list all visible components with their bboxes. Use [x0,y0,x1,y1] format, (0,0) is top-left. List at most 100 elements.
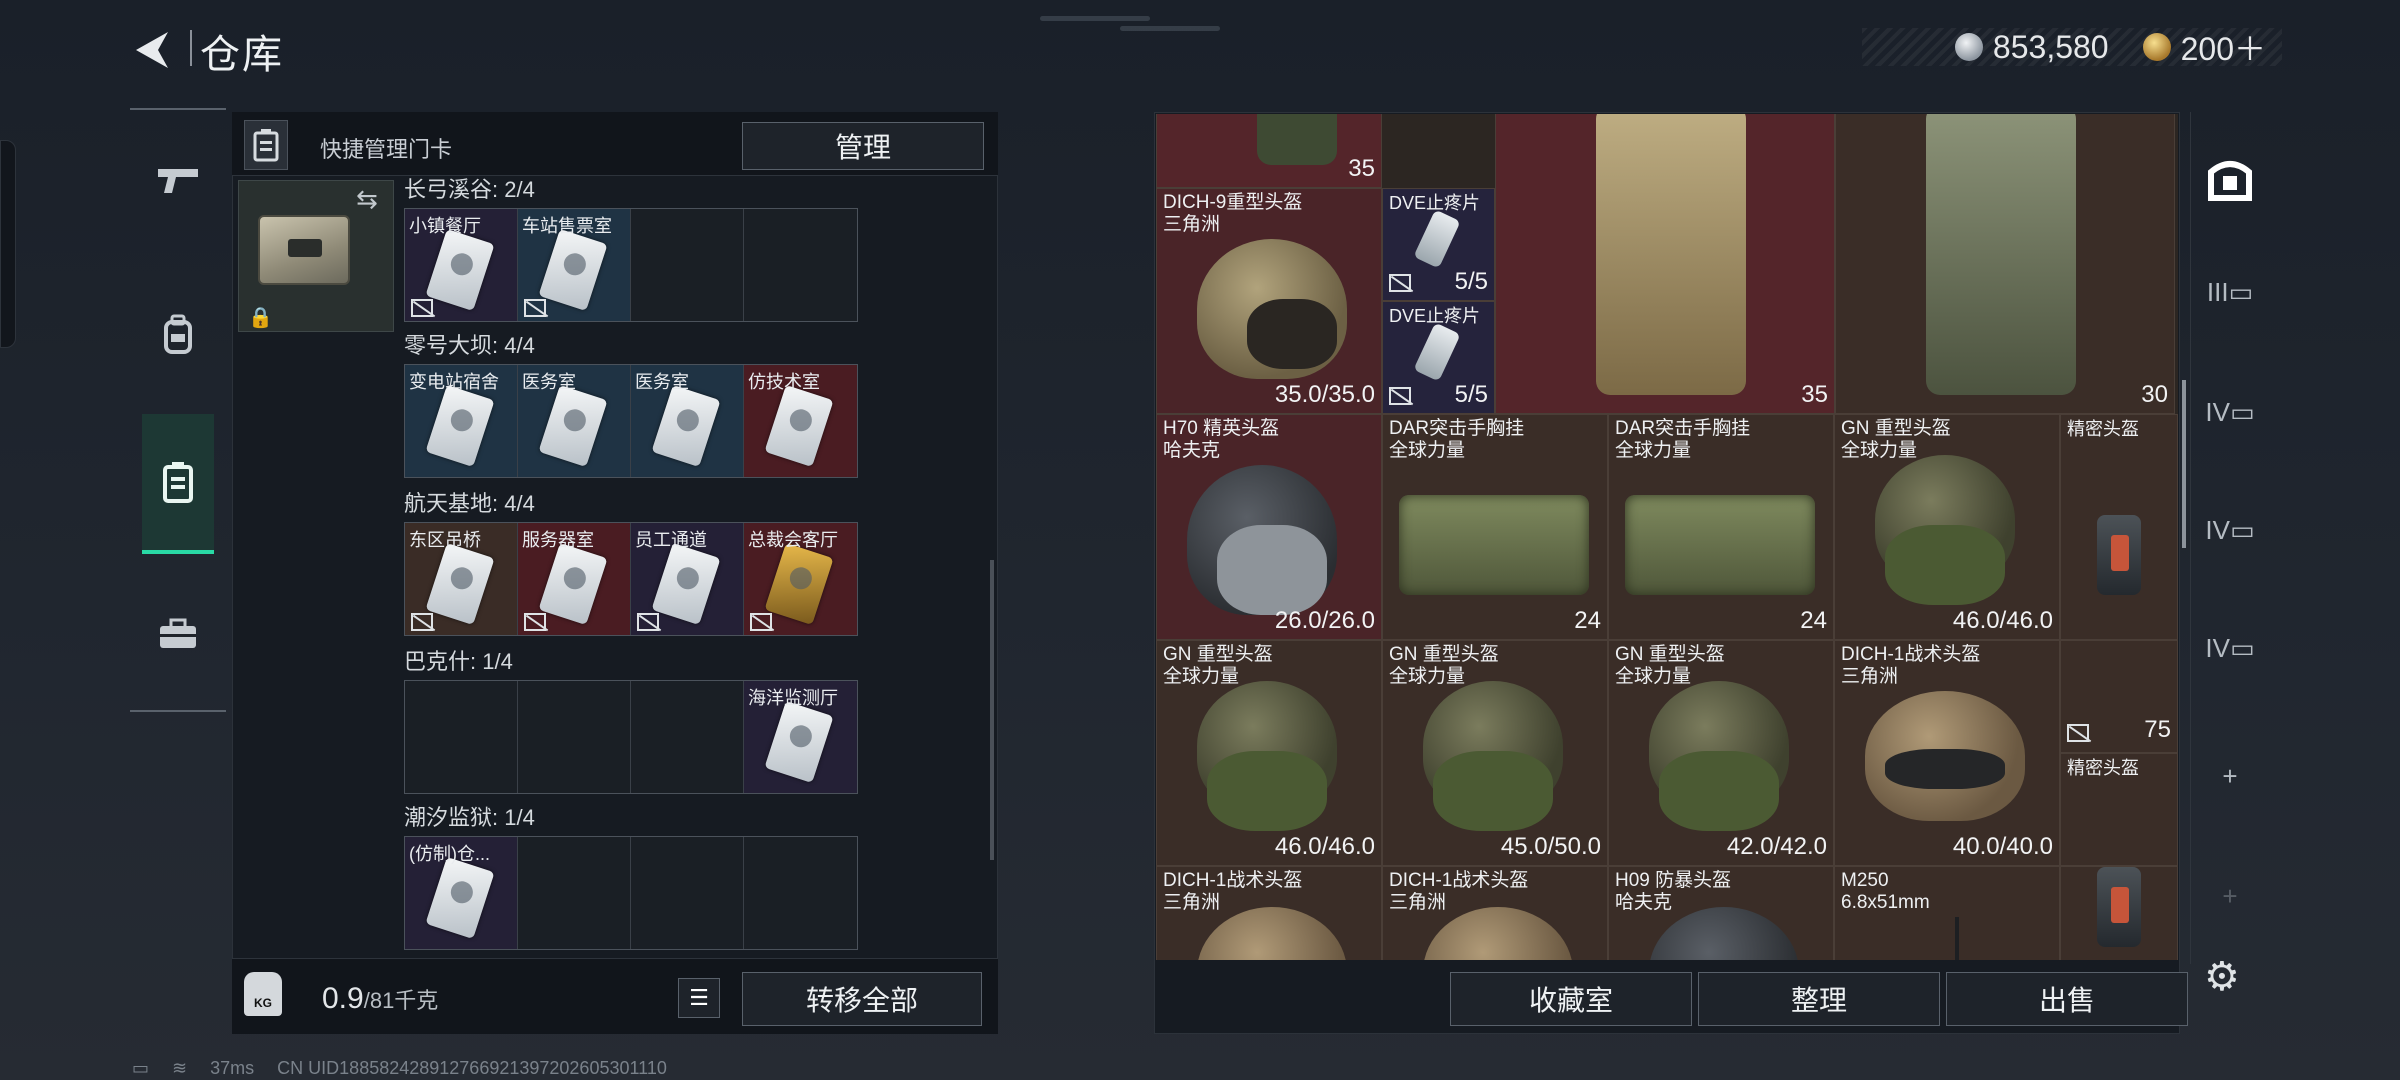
keycard-group-grid: 小镇餐厅 车站售票室 [404,208,858,322]
stash-item[interactable]: GN 重型头盔 全球力量 45.0/50.0 [1382,640,1608,866]
backpack-icon [164,314,192,354]
stash-item[interactable]: H70 精英头盔 哈夫克 26.0/26.0 [1156,414,1382,640]
item-name: GN 重型头盔 全球力量 [1389,644,1499,687]
keycard-slot[interactable]: 变电站宿舍 [405,365,518,477]
keycard-slot[interactable]: (仿制)仓... [405,837,518,949]
stash-item[interactable]: GN 重型头盔 全球力量 46.0/46.0 [1156,640,1382,866]
item-value: 24 [1800,607,1827,634]
silver-coin-icon [1954,33,1983,61]
keycard-slot[interactable]: 服务器室 [518,523,631,635]
gold-coin-icon [2142,33,2171,61]
empty-keycard-slot[interactable] [744,209,857,321]
empty-keycard-slot[interactable] [631,681,744,793]
stash-item[interactable]: DICH-1战术头盔 三角洲 40.0/40.0 [1834,640,2060,866]
stash-item[interactable]: 精密头盔 [2060,414,2178,640]
empty-keycard-slot[interactable] [631,837,744,949]
container-tab-3[interactable]: III▭ [2200,262,2260,322]
keycard-slot[interactable]: 小镇餐厅 [405,209,518,321]
empty-keycard-slot[interactable] [744,837,857,949]
keycard-slot[interactable]: 东区吊桥 [405,523,518,635]
stash-item[interactable]: GN 重型头盔 全球力量 42.0/42.0 [1608,640,1834,866]
keycard-slot[interactable]: 医务室 [631,365,744,477]
status-bar: ▭ ≋ 37ms CN UID1885824289127669213972026… [132,1058,685,1079]
toolbox-category-button[interactable] [142,588,214,680]
keycard-slot[interactable]: 车站售票室 [518,209,631,321]
stash-item[interactable]: 35 [1495,114,1835,414]
transfer-all-button[interactable]: 转移全部 [742,972,982,1026]
stash-item[interactable]: 30 [1835,114,2175,414]
keycard-scrollbar[interactable] [990,560,994,860]
settings-button[interactable]: ⚙ [2204,954,2254,1004]
item-value: 45.0/50.0 [1500,833,1601,860]
no-insure-icon [637,613,659,631]
keycard-slot[interactable]: 员工通道 [631,523,744,635]
add-container-button[interactable]: + [2200,746,2260,806]
keycard-name: 海洋监测厅 [748,688,838,708]
weight-readout: 0.9/81千克 [322,982,438,1016]
keycard-name: 仿技术室 [748,372,820,392]
item-value: 35.0/35.0 [1274,381,1375,408]
keycard-slot[interactable]: 仿技术室 [744,365,857,477]
sell-button[interactable]: 出售 [1946,972,2188,1026]
stash-item[interactable]: DICH-1战术头盔 三角洲 [1382,866,1608,960]
organize-button[interactable]: 整理 [1698,972,1940,1026]
gold-amount[interactable]: 200＋ [2181,24,2266,70]
keycard-category-button[interactable] [142,414,214,554]
keycard-group-label: 零号大坝: 4/4 [404,333,535,358]
empty-keycard-slot[interactable] [405,681,518,793]
stash-home-button[interactable] [2200,148,2260,208]
no-insure-icon [411,299,433,317]
stash-item[interactable]: DAR突击手胸挂 全球力量 24 [1608,414,1834,640]
empty-keycard-slot[interactable] [631,209,744,321]
stash-item[interactable]: DVE止疼片 5/5 [1382,301,1495,414]
stash-scrollbar[interactable] [2182,380,2186,548]
lock-icon: 🔒 [248,307,273,329]
back-button[interactable] [128,28,174,72]
no-insure-icon [1389,274,1411,292]
stash-item[interactable]: 75 [2060,640,2178,753]
no-insure-icon [1389,387,1411,405]
keycard-name: 车站售票室 [522,216,612,236]
item-value: 26.0/26.0 [1274,607,1375,634]
stash-item[interactable]: DICH-9重型头盔 三角洲 35.0/35.0 [1156,188,1382,414]
stash-item[interactable]: DVE止疼片 5/5 [1382,188,1495,301]
keycard-image [425,856,495,940]
keycard-name: 东区吊桥 [409,530,481,550]
keycard-slot[interactable]: 总裁会客厅 [744,523,857,635]
stash-item[interactable]: 精密头盔 [2060,753,2178,866]
stash-item[interactable]: M250 6.8x51mm [1834,866,2060,960]
container-tab-4b[interactable]: IV▭ [2200,500,2260,560]
keycard-slot[interactable]: 医务室 [518,365,631,477]
empty-keycard-slot[interactable] [518,837,631,949]
item-name: DAR突击手胸挂 全球力量 [1389,418,1525,461]
manage-button[interactable]: 管理 [742,122,984,170]
stash-item[interactable]: H09 防暴头盔 哈夫克 [1608,866,1834,960]
keycard-name: 医务室 [635,372,689,392]
add-container-button-disabled[interactable]: + [2200,866,2260,926]
container-tab-4c[interactable]: IV▭ [2200,618,2260,678]
stash-item[interactable]: GN 重型头盔 全球力量 46.0/46.0 [1834,414,2060,640]
stash-item[interactable]: DAR突击手胸挂 全球力量 24 [1382,414,1608,640]
list-view-button[interactable]: ☰ [678,978,720,1018]
container-4-icon: IV▭ [2205,632,2255,663]
category-strip [130,108,226,712]
stash-home-icon [2208,161,2252,201]
weapon-category-button[interactable] [142,134,214,226]
item-name: GN 重型头盔 全球力量 [1841,418,1951,461]
swap-icon[interactable]: ⇆ [356,184,378,215]
stash-item[interactable]: 35 [1156,114,1382,188]
container-tab-4a[interactable]: IV▭ [2200,382,2260,442]
keycard-group-grid: 海洋监测厅 [404,680,858,794]
keycard-slot[interactable]: 海洋监测厅 [744,681,857,793]
backpack-category-button[interactable] [142,288,214,380]
stash-item[interactable] [2060,866,2178,960]
stash-item[interactable]: DICH-1战术头盔 三角洲 [1156,866,1382,960]
keycard-image [538,542,608,626]
keycard-name: 总裁会客厅 [748,530,838,550]
item-name: GN 重型头盔 全球力量 [1615,644,1725,687]
keycard-name: 小镇餐厅 [409,216,481,236]
armor-value: 75 [2144,716,2171,743]
empty-keycard-slot[interactable] [518,681,631,793]
collection-room-button[interactable]: 收藏室 [1450,972,1692,1026]
weight-value: 0.9 [322,982,364,1015]
